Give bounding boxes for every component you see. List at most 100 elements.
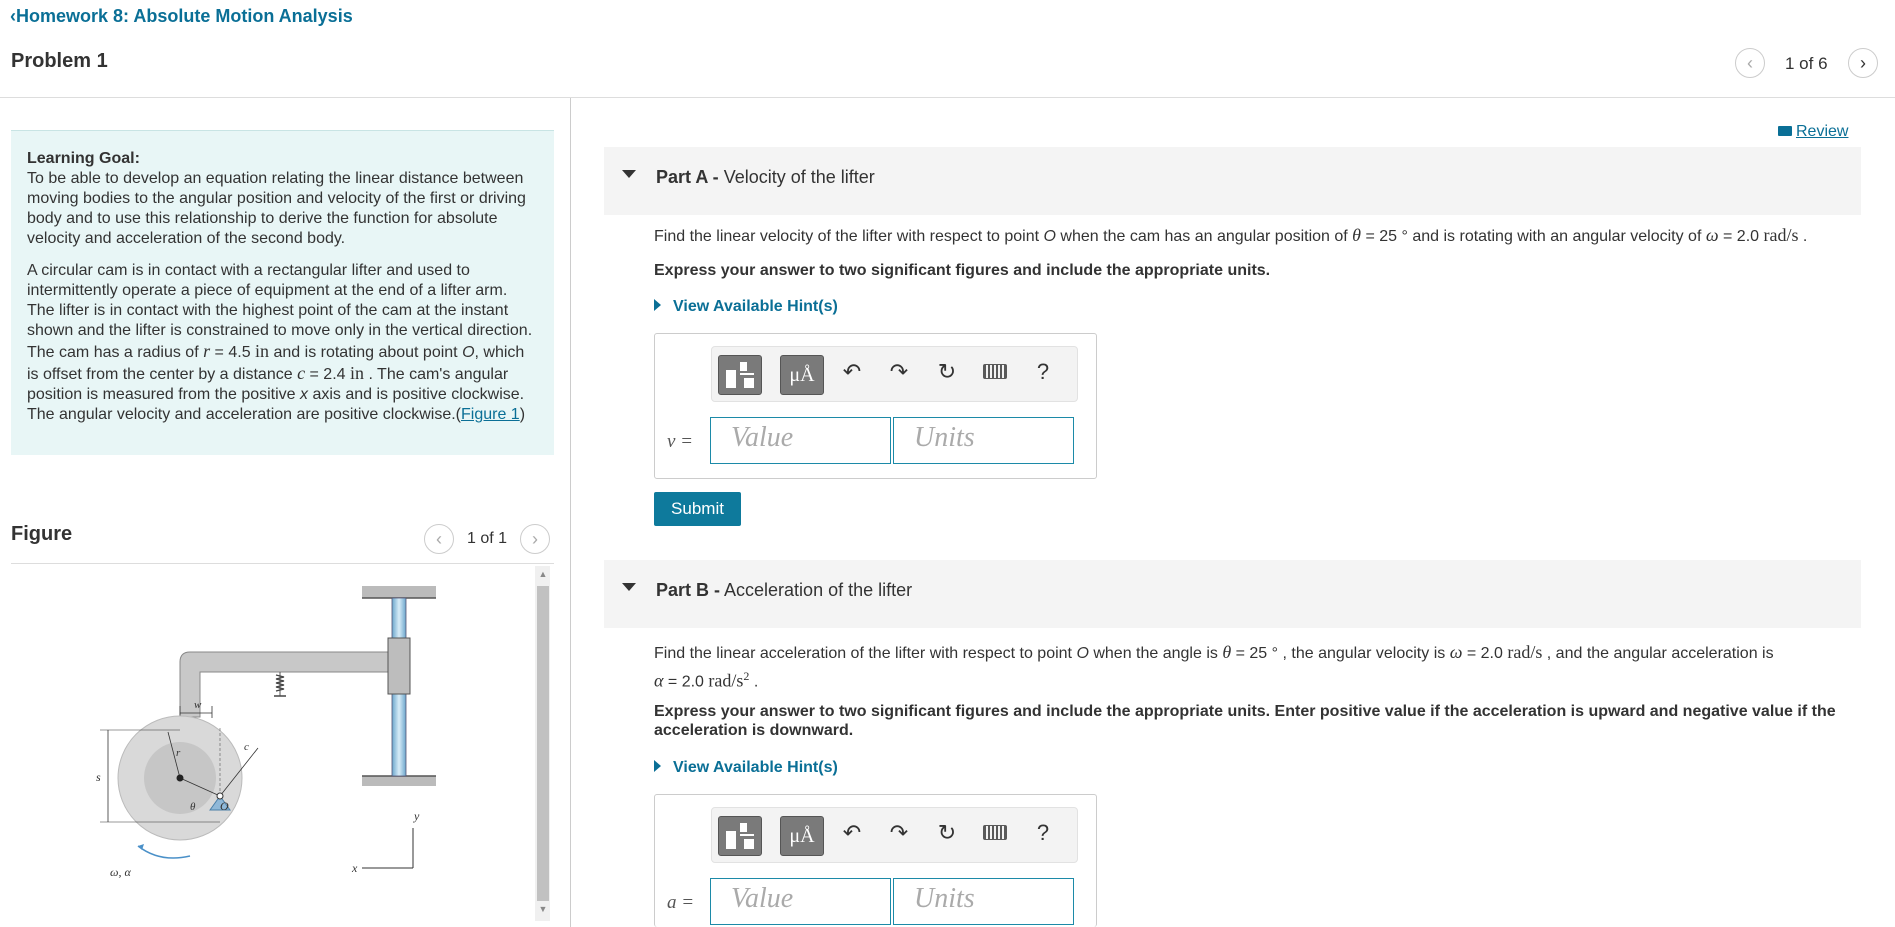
s-label: s (96, 770, 101, 784)
q-text: Find the linear acceleration of the lift… (654, 645, 1077, 662)
alpha-unit: rad/s (708, 670, 744, 691)
r-label: r (176, 747, 181, 759)
q-text: , the angular velocity is (1282, 645, 1450, 662)
figure-counter: 1 of 1 (467, 530, 508, 547)
undo-icon[interactable]: ↶ (837, 359, 867, 385)
units-button[interactable]: μÅ (780, 355, 824, 395)
collapse-triangle-icon[interactable] (622, 170, 636, 178)
part-a-title-text: Velocity of the lifter (718, 167, 875, 187)
reset-icon[interactable]: ↻ (932, 820, 962, 846)
chevron-right-icon: › (1860, 52, 1866, 73)
theta-symbol: θ (1222, 642, 1232, 662)
cam-lifter-figure: w s r c θ O ω, α y x (96, 586, 436, 879)
theta-value: = 25 ° (1231, 645, 1283, 662)
math-toolbar: μÅ ↶ ↷ ↻ ? (711, 807, 1078, 863)
bottom-support (362, 776, 436, 786)
part-a-header[interactable]: Part A - Velocity of the lifter (604, 147, 1861, 215)
learning-goal-box: Learning Goal: To be able to develop an e… (11, 130, 554, 455)
part-b-header[interactable]: Part B - Acceleration of the lifter (604, 560, 1861, 628)
c-value: = 2.4 (305, 366, 350, 383)
learning-goal: Learning Goal: To be able to develop an e… (27, 149, 538, 249)
redo-icon[interactable]: ↷ (884, 359, 914, 385)
part-b-title: Part B - Acceleration of the lifter (656, 580, 912, 601)
keyboard-icon[interactable] (980, 820, 1010, 846)
learning-goal-text: To be able to develop an equation relati… (27, 170, 526, 247)
guide-collar (387, 637, 411, 695)
next-problem-button[interactable]: › (1848, 48, 1878, 78)
chevron-left-icon: ‹ (1747, 52, 1753, 73)
submit-button[interactable]: Submit (654, 492, 741, 526)
r-unit: in (255, 341, 270, 361)
templates-button[interactable] (718, 355, 762, 395)
review-link[interactable]: Review (1778, 123, 1848, 141)
x-axis-label: x (351, 861, 358, 875)
acceleration-units-input[interactable]: Units (893, 878, 1074, 925)
part-a-question: Find the linear velocity of the lifter w… (654, 224, 1807, 248)
undo-icon[interactable]: ↶ (837, 820, 867, 846)
review-label: Review (1796, 123, 1849, 140)
redo-icon[interactable]: ↷ (884, 820, 914, 846)
next-figure-button[interactable]: › (520, 524, 550, 554)
part-a-answer-box: μÅ ↶ ↷ ↻ ? v = Value Units (654, 333, 1097, 479)
part-b-title-text: Acceleration of the lifter (720, 580, 913, 600)
part-b-hint-link[interactable]: View Available Hint(s) (654, 759, 838, 777)
help-button[interactable]: ? (1028, 359, 1058, 385)
figure-scrollbar-thumb[interactable] (537, 586, 549, 901)
book-icon (1778, 126, 1792, 136)
q-text: and is rotating with an angular velocity… (1412, 228, 1706, 245)
part-a-hint-link[interactable]: View Available Hint(s) (654, 298, 838, 316)
lifter-arm (179, 651, 391, 718)
velocity-variable-label: v = (667, 431, 694, 452)
figure-link[interactable]: Figure 1 (461, 406, 520, 423)
hint-label: View Available Hint(s) (673, 759, 838, 776)
problem-title: Problem 1 (11, 50, 108, 72)
collapse-triangle-icon[interactable] (622, 583, 636, 591)
acceleration-value-input[interactable]: Value (710, 878, 891, 925)
learning-goal-title: Learning Goal: (27, 150, 140, 167)
acceleration-variable-label: a = (667, 892, 695, 913)
q-text: . (749, 673, 759, 691)
q-text: when the cam has an angular position of (1055, 228, 1353, 245)
reset-icon[interactable]: ↻ (932, 359, 962, 385)
r-value: = 4.5 (210, 344, 256, 361)
o-label: O (220, 799, 229, 813)
velocity-value-input[interactable]: Value (710, 417, 891, 464)
q-text: . (1798, 228, 1808, 245)
scroll-down-arrow-icon[interactable]: ▼ (537, 903, 549, 915)
prev-problem-button[interactable]: ‹ (1735, 48, 1765, 78)
omega-value: = 2.0 (1462, 645, 1508, 662)
chevron-left-icon: ‹ (436, 528, 442, 549)
q-text: when the angle is (1088, 645, 1223, 662)
omega-symbol: ω (1449, 642, 1463, 662)
part-a-title: Part A - Velocity of the lifter (656, 167, 875, 188)
o-symbol: O (1076, 645, 1089, 662)
omega-alpha-label: ω, α (110, 865, 131, 879)
theta-value: = 25 ° (1361, 228, 1413, 245)
column-divider (570, 98, 571, 927)
back-to-assignment-link[interactable]: ‹Homework 8: Absolute Motion Analysis (10, 6, 353, 27)
hint-label: View Available Hint(s) (673, 298, 838, 315)
c-label: c (244, 741, 249, 753)
units-button[interactable]: μÅ (780, 816, 824, 856)
desc-text: and is rotating about point (269, 344, 463, 361)
figure-title: Figure (11, 523, 73, 545)
scroll-up-arrow-icon[interactable]: ▲ (537, 568, 549, 580)
problem-counter: 1 of 6 (1785, 54, 1828, 73)
x-symbol: x (300, 386, 309, 403)
assignment-title: Homework 8: Absolute Motion Analysis (16, 6, 353, 26)
top-support (362, 586, 436, 598)
templates-button[interactable] (718, 816, 762, 856)
part-a-instruction: Express your answer to two significant f… (654, 262, 1271, 279)
keyboard-icon[interactable] (980, 359, 1010, 385)
prev-figure-button[interactable]: ‹ (424, 524, 454, 554)
w-label: w (194, 699, 202, 711)
problem-description: A circular cam is in contact with a rect… (27, 261, 538, 425)
c-unit: in (349, 363, 364, 383)
math-toolbar: μÅ ↶ ↷ ↻ ? (711, 346, 1078, 402)
chevron-right-icon: › (532, 528, 538, 549)
rotation-arrow-icon (137, 845, 191, 859)
part-a-label: Part A - (656, 167, 719, 187)
velocity-units-input[interactable]: Units (893, 417, 1074, 464)
help-button[interactable]: ? (1028, 820, 1058, 846)
omega-symbol: ω (1705, 225, 1719, 245)
